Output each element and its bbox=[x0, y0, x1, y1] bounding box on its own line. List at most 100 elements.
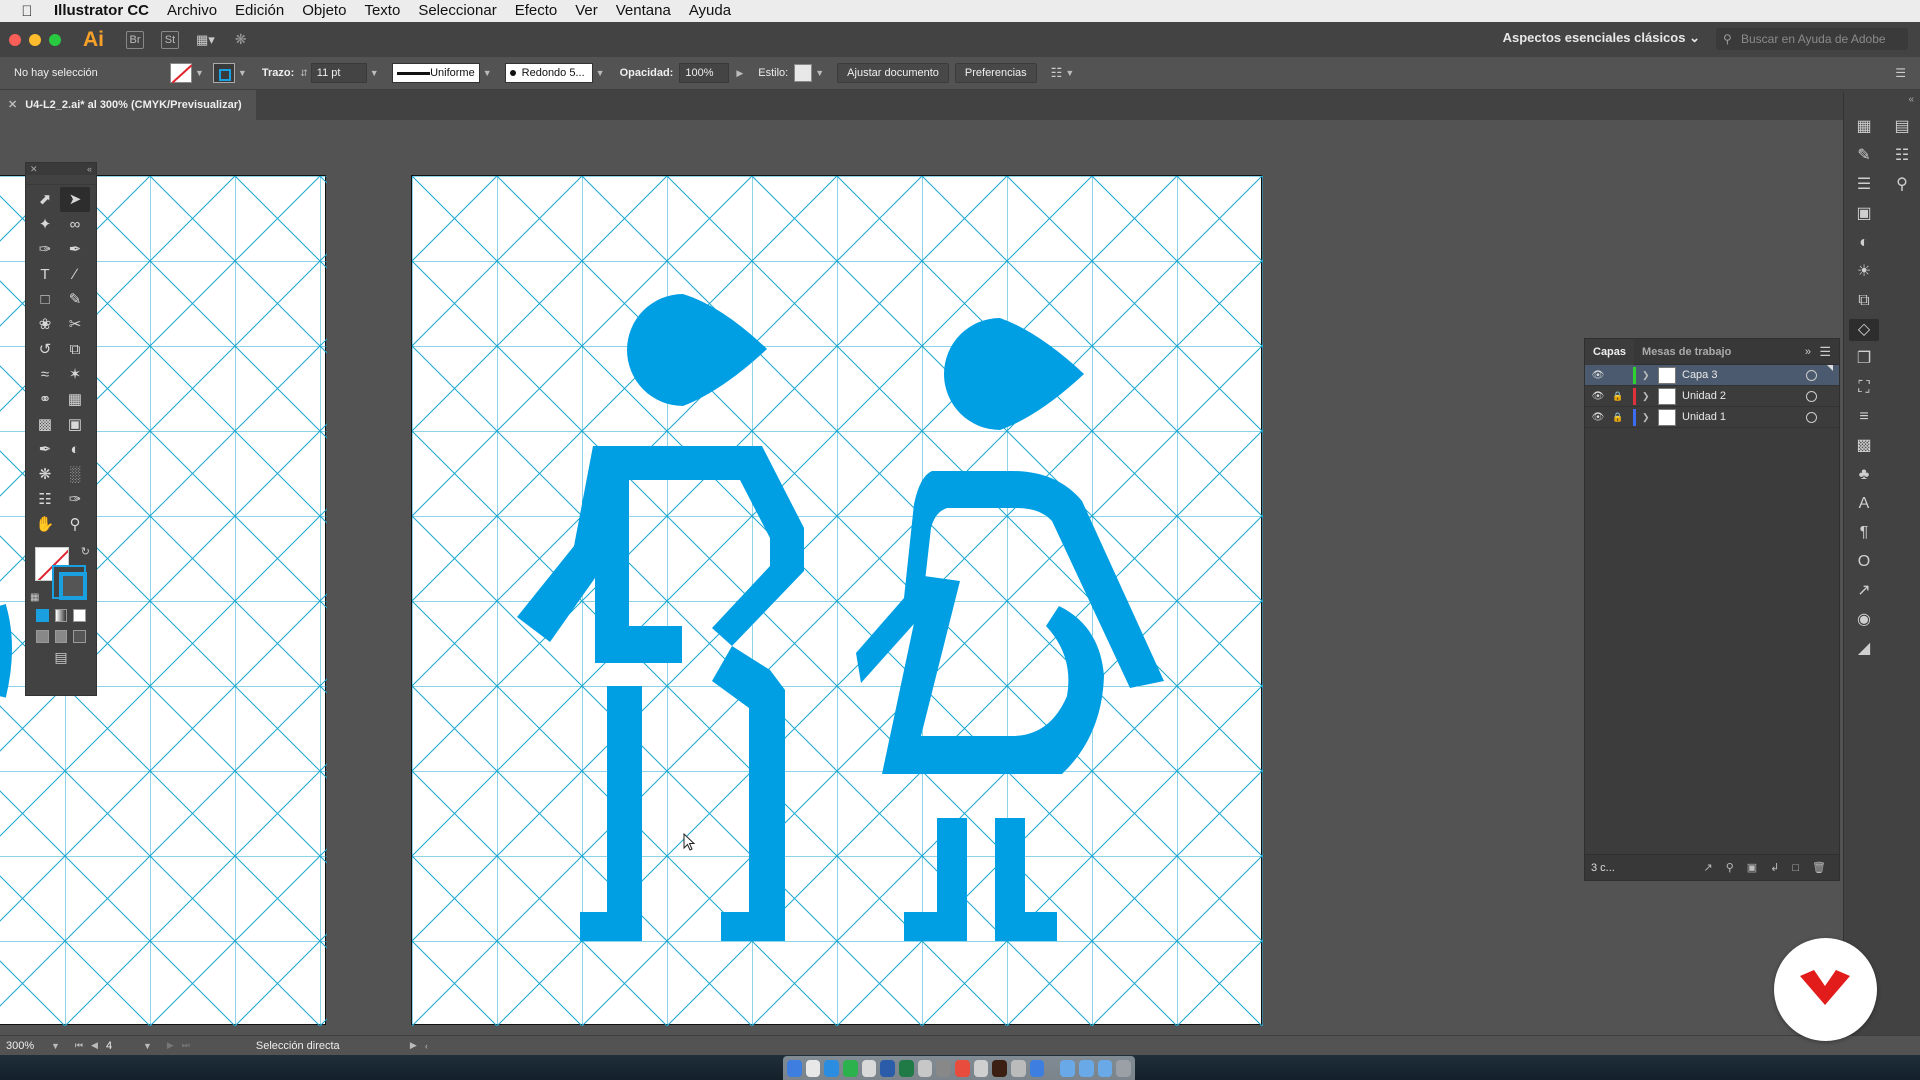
tab-mesas-de-trabajo[interactable]: Mesas de trabajo bbox=[1634, 339, 1739, 365]
close-panel-icon[interactable]: ✕ bbox=[30, 163, 38, 175]
scroll-left-icon[interactable]: ‹ bbox=[421, 1041, 432, 1051]
chevron-down-icon[interactable]: ▼ bbox=[593, 68, 608, 78]
expand-arrow-icon[interactable]: ❯ bbox=[1642, 412, 1652, 423]
eyedropper-tool-icon[interactable]: ✒ bbox=[30, 437, 60, 462]
menu-seleccionar[interactable]: Seleccionar bbox=[409, 0, 505, 22]
screen-mode-icon[interactable]: ▤ bbox=[26, 649, 96, 666]
lock-icon[interactable]: 🔒 bbox=[1609, 412, 1627, 423]
illustrator-dock-icon[interactable] bbox=[992, 1059, 1008, 1077]
layer-row[interactable]: 👁 🔒 ❯ Unidad 1 bbox=[1585, 407, 1839, 428]
mesh-tool-icon[interactable]: ▩ bbox=[30, 412, 60, 437]
gradient-mode-icon[interactable] bbox=[54, 609, 68, 622]
layer-target-icon[interactable] bbox=[1806, 411, 1817, 423]
chevron-down-icon[interactable]: ▼ bbox=[480, 68, 495, 78]
close-tab-icon[interactable]: ✕ bbox=[8, 99, 17, 111]
panel-grip[interactable] bbox=[26, 175, 96, 185]
layer-target-icon[interactable] bbox=[1806, 390, 1817, 402]
notes-icon[interactable] bbox=[973, 1059, 989, 1077]
quicktime-icon[interactable] bbox=[1029, 1059, 1045, 1077]
align-icon[interactable]: ≡ bbox=[1859, 406, 1868, 428]
status-menu-icon[interactable]: ▶ bbox=[406, 1040, 421, 1051]
close-window-button[interactable] bbox=[9, 33, 21, 46]
collapse-panel-icon[interactable]: « bbox=[87, 163, 92, 175]
workspace-switcher[interactable]: Aspectos esenciales clásicos ⌄ bbox=[1503, 30, 1700, 46]
textedit-icon[interactable] bbox=[1011, 1059, 1026, 1077]
previous-artboard-icon[interactable]: ◀ bbox=[87, 1040, 102, 1051]
stroke-panel-icon[interactable]: ☰ bbox=[1857, 174, 1871, 196]
layer-name[interactable]: Unidad 2 bbox=[1682, 390, 1806, 402]
opacity-field[interactable]: 100% bbox=[679, 63, 730, 83]
clipping-mask-icon[interactable]: ▣ bbox=[1747, 861, 1757, 874]
menu-app-name[interactable]: Illustrator CC bbox=[54, 0, 158, 22]
safari-icon[interactable] bbox=[824, 1059, 840, 1077]
shape-builder-tool-icon[interactable]: ⚭ bbox=[30, 387, 60, 412]
rectangle-tool-icon[interactable]: □ bbox=[30, 287, 60, 312]
navigator-icon[interactable]: ⚲ bbox=[1896, 174, 1908, 196]
selection-tool-icon[interactable]: ⬈ bbox=[30, 187, 60, 212]
menu-ayuda[interactable]: Ayuda bbox=[680, 0, 740, 22]
character-icon[interactable]: A bbox=[1859, 493, 1870, 515]
stock-button[interactable]: St bbox=[161, 30, 179, 49]
chevron-down-icon[interactable]: ▼ bbox=[140, 1041, 155, 1051]
gradient-tool-icon[interactable]: ▣ bbox=[60, 412, 90, 437]
word-icon[interactable] bbox=[880, 1059, 896, 1077]
export-icon[interactable]: ↗ bbox=[1703, 861, 1712, 874]
asset-export-icon[interactable]: ↗ bbox=[1857, 580, 1870, 602]
delete-layer-icon[interactable]: 🗑 bbox=[1812, 861, 1826, 874]
menu-texto[interactable]: Texto bbox=[355, 0, 409, 22]
zoom-tool-icon[interactable]: ⚲ bbox=[60, 512, 90, 537]
document-info-icon[interactable]: ☷ bbox=[1895, 145, 1909, 167]
libraries-icon[interactable]: ▦ bbox=[1856, 116, 1871, 138]
curvature-tool-icon[interactable]: ✒ bbox=[60, 237, 90, 262]
image-trace-icon[interactable]: ◢ bbox=[1858, 638, 1870, 660]
stroke-color-swatch[interactable] bbox=[52, 565, 87, 600]
draw-normal-icon[interactable] bbox=[36, 630, 49, 643]
none-mode-icon[interactable] bbox=[73, 609, 87, 622]
chevron-down-icon[interactable]: ▼ bbox=[192, 68, 207, 78]
column-graph-tool-icon[interactable]: ░ bbox=[60, 462, 90, 487]
stroke-stepper-icon[interactable]: ⇵ bbox=[300, 68, 308, 79]
pen-tool-icon[interactable]: ✑ bbox=[30, 237, 60, 262]
menu-ventana[interactable]: Ventana bbox=[607, 0, 680, 22]
paragraph-icon[interactable]: ¶ bbox=[1860, 522, 1869, 544]
puppet-warp-tool-icon[interactable]: ✶ bbox=[60, 362, 90, 387]
magic-wand-tool-icon[interactable]: ✦ bbox=[30, 212, 60, 237]
excel-icon[interactable] bbox=[899, 1059, 914, 1077]
collapse-dock-icon[interactable]: « bbox=[1908, 94, 1914, 105]
properties-icon[interactable]: ▤ bbox=[1894, 116, 1909, 138]
stroke-label[interactable]: Trazo: bbox=[262, 67, 294, 79]
scale-tool-icon[interactable]: ⧉ bbox=[60, 337, 90, 362]
opacity-label[interactable]: Opacidad: bbox=[620, 67, 674, 79]
width-tool-icon[interactable]: ≈ bbox=[30, 362, 60, 387]
last-artboard-icon[interactable]: ⏭ bbox=[178, 1040, 194, 1051]
system-preferences-icon[interactable] bbox=[936, 1059, 952, 1077]
visibility-eye-icon[interactable]: 👁 bbox=[1587, 391, 1609, 402]
line-tool-icon[interactable]: ∕ bbox=[60, 262, 90, 287]
layer-row[interactable]: 👁 🔒 ❯ Unidad 2 bbox=[1585, 386, 1839, 407]
layer-target-icon[interactable] bbox=[1806, 369, 1817, 381]
scissors-tool-icon[interactable]: ✂ bbox=[60, 312, 90, 337]
rotate-tool-icon[interactable]: ↺ bbox=[30, 337, 60, 362]
color-mode-icon[interactable] bbox=[36, 609, 49, 622]
artboards-icon[interactable]: ❐ bbox=[1857, 348, 1871, 370]
menu-objeto[interactable]: Objeto bbox=[293, 0, 355, 22]
chevron-down-icon[interactable]: ▼ bbox=[1062, 68, 1077, 78]
paintbrush-tool-icon[interactable]: ✎ bbox=[60, 287, 90, 312]
pathfinder-icon[interactable]: ▩ bbox=[1856, 435, 1871, 457]
transform-icon[interactable]: ⛶ bbox=[1858, 377, 1869, 399]
chevron-right-icon[interactable]: ▶ bbox=[733, 68, 746, 79]
arrange-documents-icon[interactable]: ▦▾ bbox=[196, 32, 215, 48]
stroke-swatch[interactable] bbox=[212, 63, 235, 83]
document-setup-button[interactable]: Ajustar documento bbox=[837, 63, 949, 83]
canvas[interactable] bbox=[0, 120, 1836, 1040]
hand-tool-icon[interactable]: ✋ bbox=[30, 512, 60, 537]
menu-edicion[interactable]: Edición bbox=[226, 0, 293, 22]
preview-icon[interactable] bbox=[917, 1059, 933, 1077]
layer-row[interactable]: 👁 ❯ Capa 3 bbox=[1585, 365, 1839, 386]
layer-name[interactable]: Unidad 1 bbox=[1682, 411, 1806, 423]
default-colors-icon[interactable]: ▦ bbox=[30, 592, 39, 603]
chevron-down-icon[interactable]: ▼ bbox=[812, 68, 827, 78]
3d-icon[interactable]: ◉ bbox=[1857, 609, 1871, 631]
next-artboard-icon[interactable]: ▶ bbox=[163, 1040, 178, 1051]
chevron-down-icon[interactable]: ▼ bbox=[48, 1041, 63, 1051]
